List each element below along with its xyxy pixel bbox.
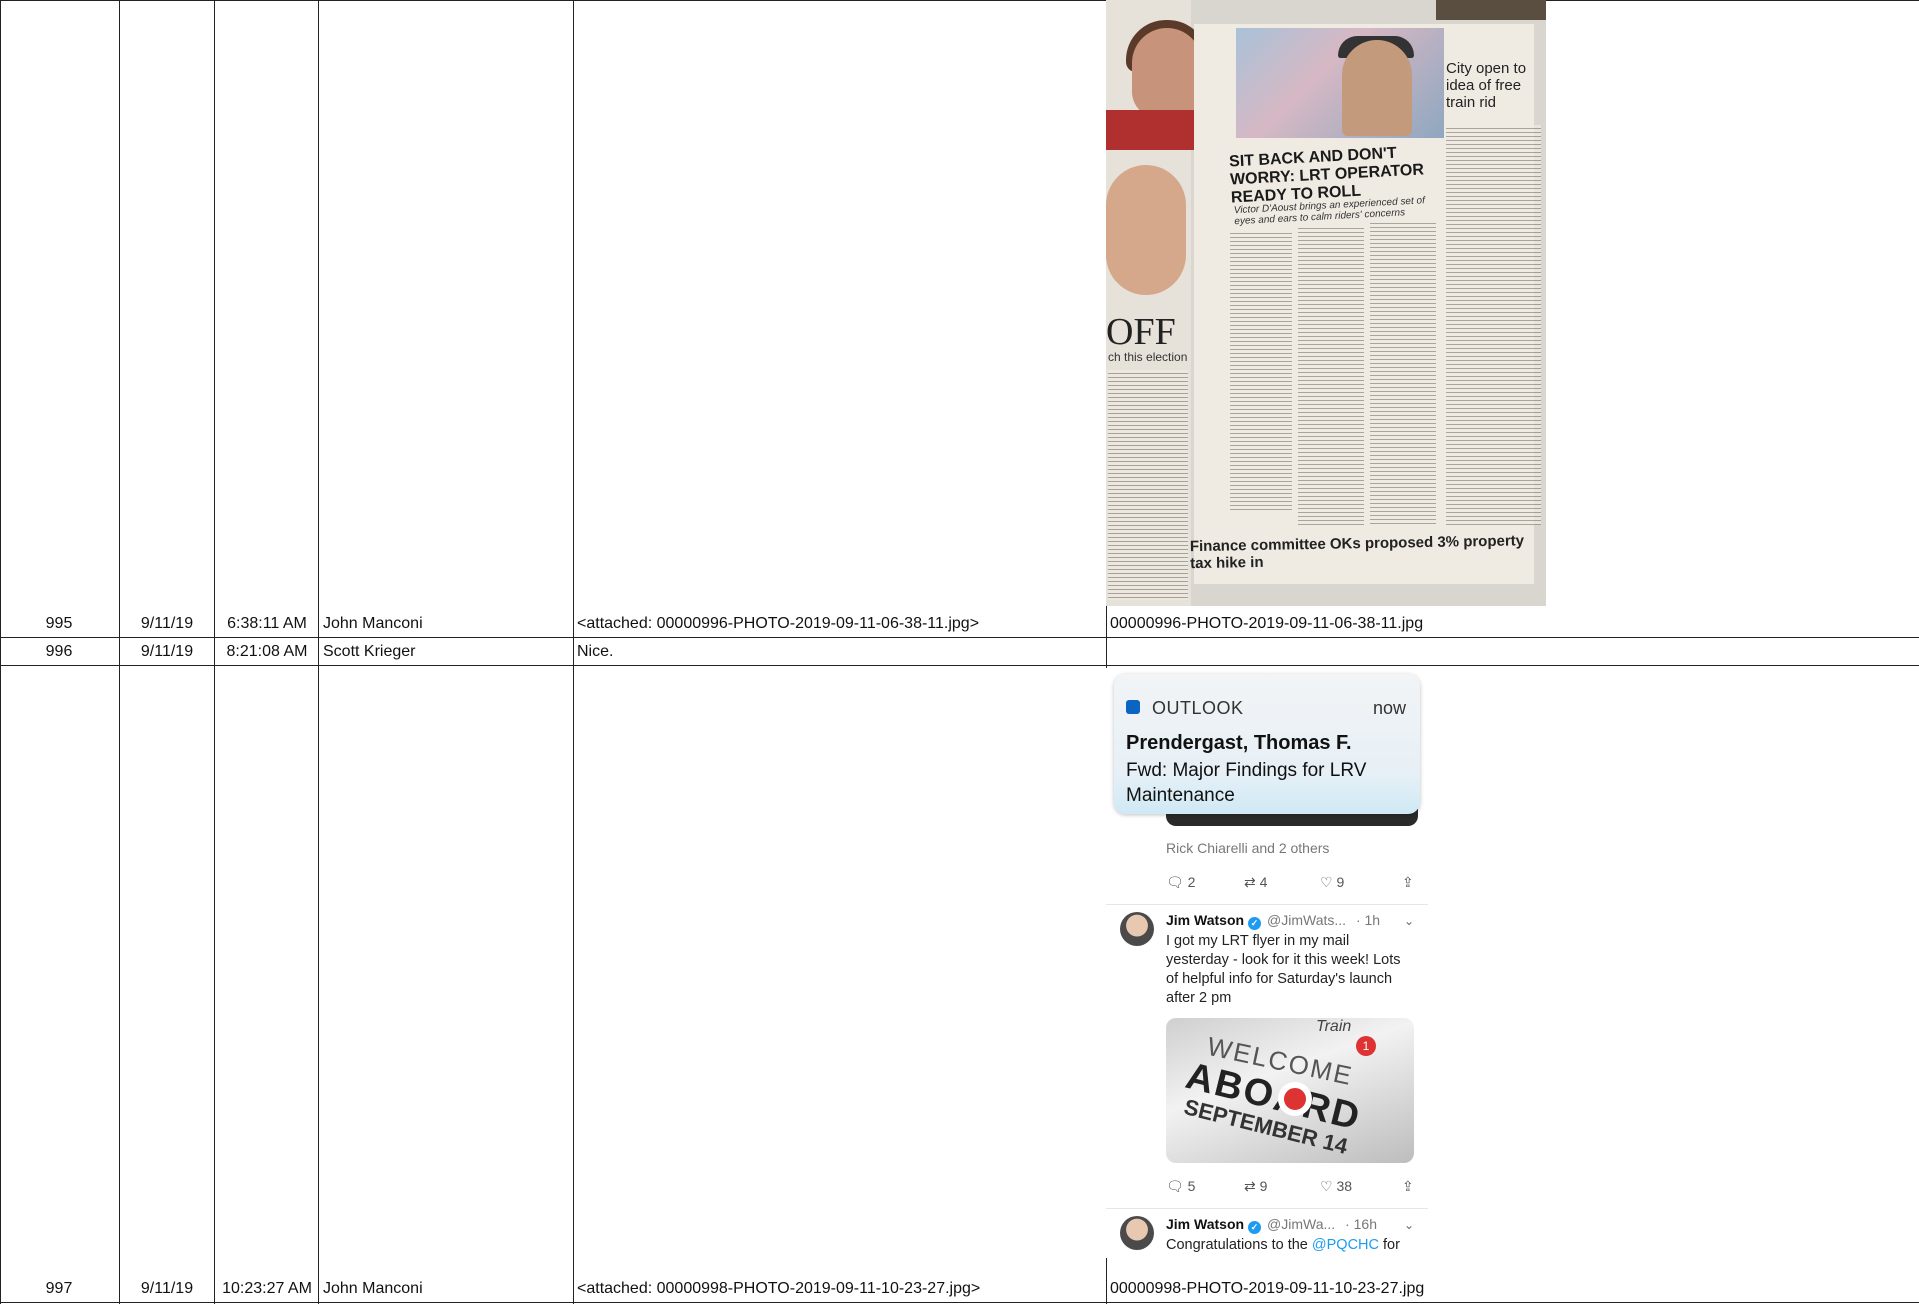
row-time: 10:23:27 AM bbox=[222, 1280, 312, 1297]
retweet-icon: ⇄ bbox=[1244, 1178, 1256, 1194]
portrait-face bbox=[1106, 165, 1186, 295]
verified-icon: ✓ bbox=[1248, 917, 1262, 930]
row-time: 6:38:11 AM bbox=[227, 615, 307, 632]
retweet-icon: ⇄ bbox=[1244, 874, 1256, 890]
row-message: <attached: 00000996-PHOTO-2019-09-11-06-… bbox=[577, 615, 980, 632]
tweet-author-name: Jim Watson bbox=[1166, 912, 1245, 928]
chevron-down-icon: ⌄ bbox=[1403, 914, 1414, 928]
retweet-action: ⇄ 9 bbox=[1244, 1178, 1267, 1195]
grid-line bbox=[0, 665, 1919, 666]
tweet-text-suffix: for bbox=[1379, 1237, 1400, 1253]
grid-line bbox=[0, 1302, 1919, 1303]
retweet-action: ⇄ 4 bbox=[1244, 874, 1267, 891]
reply-action: 🗨︎ 5 bbox=[1166, 1178, 1195, 1195]
newspaper-left-headline: OFF bbox=[1106, 311, 1176, 353]
row-attachment-filename: 00000996-PHOTO-2019-09-11-06-38-11.jpg bbox=[1110, 615, 1424, 632]
row-time: 8:21:08 AM bbox=[226, 643, 308, 660]
liked-by-text: Rick Chiarelli and 2 others bbox=[1166, 840, 1330, 856]
row-sender: Scott Krieger bbox=[323, 643, 416, 660]
grid-line bbox=[318, 0, 319, 1304]
attached-newspaper-photo: OFF ch this election SIT BACK AND DON'T … bbox=[1106, 0, 1546, 606]
tweet-image-badge: 1 bbox=[1356, 1036, 1376, 1056]
tweet-author: Jim Watson ✓ @JimWa... · 16h bbox=[1166, 1216, 1377, 1234]
tweet-mention: @PQCHC bbox=[1311, 1237, 1379, 1253]
grid-line bbox=[0, 0, 1919, 1]
newspaper-text-column bbox=[1370, 220, 1436, 525]
heart-icon: ♡ bbox=[1320, 874, 1333, 890]
operator-face bbox=[1342, 40, 1412, 136]
row-number: 996 bbox=[45, 643, 73, 660]
reply-count: 5 bbox=[1187, 1178, 1196, 1194]
newspaper-text-column bbox=[1230, 230, 1292, 510]
share-icon: ⇪ bbox=[1402, 874, 1414, 890]
tweet-age: · 1h bbox=[1355, 912, 1381, 928]
row-sender: John Manconi bbox=[323, 615, 423, 632]
tweet-author-name: Jim Watson bbox=[1166, 1216, 1245, 1232]
reply-count: 2 bbox=[1187, 874, 1196, 890]
row-number: 995 bbox=[45, 615, 73, 632]
row-date: 9/11/19 bbox=[140, 1280, 194, 1297]
like-action: ♡ 9 bbox=[1320, 874, 1344, 891]
tweet-separator bbox=[1106, 1208, 1428, 1209]
newspaper-right-headline: City open to idea of free train rid bbox=[1446, 60, 1527, 111]
row-message: <attached: 00000998-PHOTO-2019-09-11-10-… bbox=[577, 1280, 981, 1297]
share-icon: ⇪ bbox=[1402, 1178, 1414, 1194]
like-count: 9 bbox=[1336, 874, 1345, 890]
tweet-handle: @JimWa... bbox=[1267, 1216, 1336, 1232]
notification-time: now bbox=[1372, 698, 1406, 718]
tweet-image-title: Train bbox=[1316, 1018, 1352, 1035]
grid-line bbox=[573, 0, 574, 1304]
outlook-icon bbox=[1126, 700, 1140, 714]
retweet-count: 9 bbox=[1259, 1178, 1268, 1194]
portrait-face bbox=[1132, 28, 1202, 118]
newspaper-text-column bbox=[1446, 125, 1541, 525]
tweet-separator bbox=[1106, 904, 1428, 905]
newspaper-background bbox=[1436, 0, 1546, 20]
outlook-notification: OUTLOOK now Prendergast, Thomas F. Fwd: … bbox=[1114, 674, 1420, 814]
tweet-author: Jim Watson ✓ @JimWats... · 1h bbox=[1166, 912, 1380, 930]
tweet-image: Train 1 WELCOME ABOARD SEPTEMBER 14 bbox=[1166, 1018, 1414, 1163]
newspaper-bottom-headline: Finance committee OKs proposed 3% proper… bbox=[1189, 532, 1525, 573]
row-number: 997 bbox=[45, 1280, 73, 1297]
train-logo-dot bbox=[1278, 1082, 1312, 1116]
newspaper-text-column bbox=[1108, 370, 1188, 600]
avatar bbox=[1120, 912, 1154, 946]
row-attachment-filename: 00000998-PHOTO-2019-09-11-10-23-27.jpg bbox=[1110, 1280, 1425, 1297]
attached-phone-screenshot: OUTLOOK now Prendergast, Thomas F. Fwd: … bbox=[1106, 668, 1428, 1258]
message-log-table: 995 9/11/19 6:38:11 AM John Manconi <att… bbox=[0, 0, 1919, 1304]
like-action: ♡ 38 bbox=[1320, 1178, 1352, 1195]
reply-icon: 🗨︎ bbox=[1166, 1178, 1184, 1194]
tweet-age: · 16h bbox=[1345, 1216, 1377, 1232]
portrait-shirt bbox=[1106, 110, 1202, 150]
row-date: 9/11/19 bbox=[140, 643, 194, 660]
tweet-text-prefix: Congratulations to the bbox=[1166, 1237, 1312, 1253]
verified-icon: ✓ bbox=[1248, 1221, 1262, 1234]
row-sender: John Manconi bbox=[323, 1280, 423, 1297]
tweet-text: I got my LRT flyer in my mail yesterday … bbox=[1166, 933, 1401, 1006]
avatar bbox=[1120, 1216, 1154, 1250]
reply-action: 🗨︎ 2 bbox=[1166, 874, 1195, 891]
newspaper-text-column bbox=[1298, 225, 1364, 525]
heart-icon: ♡ bbox=[1320, 1178, 1333, 1194]
row-message: Nice. bbox=[577, 643, 614, 660]
retweet-count: 4 bbox=[1259, 874, 1268, 890]
row-date: 9/11/19 bbox=[140, 615, 194, 632]
like-count: 38 bbox=[1336, 1178, 1353, 1194]
notification-subject: Fwd: Major Findings for LRV Maintenance bbox=[1126, 760, 1367, 806]
notification-app-name: OUTLOOK bbox=[1152, 698, 1244, 718]
grid-line bbox=[214, 0, 215, 1304]
chevron-down-icon: ⌄ bbox=[1403, 1218, 1414, 1232]
tweet-text: Congratulations to the @PQCHC for bbox=[1166, 1236, 1416, 1255]
notification-sender: Prendergast, Thomas F. bbox=[1126, 732, 1352, 754]
tweet-handle: @JimWats... bbox=[1267, 912, 1347, 928]
grid-line bbox=[0, 637, 1919, 638]
reply-icon: 🗨︎ bbox=[1166, 874, 1184, 890]
newspaper-left-subhead: ch this election bbox=[1108, 350, 1188, 364]
